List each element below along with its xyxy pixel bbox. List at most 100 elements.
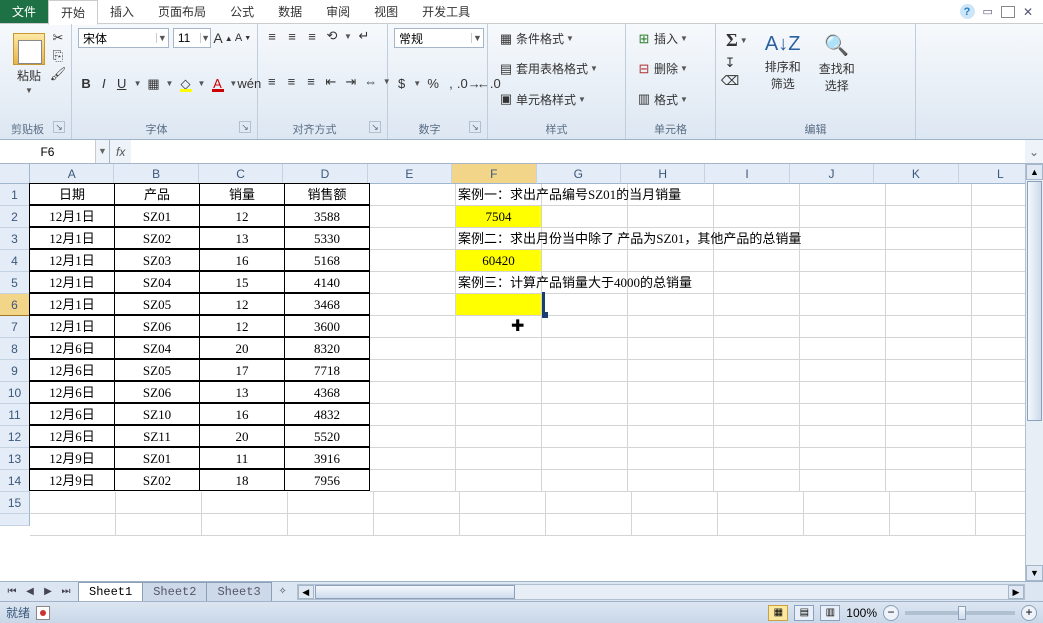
accounting-format-button[interactable]: $ [394,76,409,92]
macro-record-icon[interactable] [36,606,50,620]
cell[interactable] [714,404,800,426]
cell[interactable] [628,470,714,492]
cell[interactable] [714,206,800,228]
row-header[interactable]: 4 [0,250,30,272]
cell[interactable] [800,360,886,382]
cell[interactable] [370,360,456,382]
sort-filter-button[interactable]: A↓Z 排序和筛选 [760,28,806,97]
cell[interactable] [370,206,456,228]
cell[interactable]: 12月6日 [29,425,115,447]
cell[interactable] [800,316,886,338]
cell[interactable] [628,206,714,228]
format-cells-button[interactable]: ▥格式▼ [632,89,709,110]
cell[interactable] [886,250,972,272]
cell[interactable] [632,492,718,514]
cell[interactable]: SZ01 [114,447,200,469]
row-header[interactable] [0,514,30,526]
cell[interactable] [804,492,890,514]
cell[interactable]: 13 [199,381,285,403]
page-layout-view-button[interactable]: ▤ [794,605,814,621]
cell[interactable] [890,514,976,536]
cell[interactable] [456,426,542,448]
cell[interactable] [456,470,542,492]
cell[interactable] [714,250,800,272]
cell[interactable]: 20 [199,337,285,359]
row-header[interactable]: 13 [0,448,30,470]
zoom-level[interactable]: 100% [846,606,877,620]
cell[interactable]: 7718 [284,359,370,381]
menu-tab-0[interactable]: 开始 [48,0,98,25]
cell[interactable] [456,294,542,316]
cell[interactable] [714,338,800,360]
cell[interactable] [542,294,628,316]
cell[interactable] [886,426,972,448]
cell[interactable] [886,382,972,404]
cell[interactable] [800,228,886,250]
column-header[interactable]: B [114,164,198,184]
cell[interactable] [714,272,800,294]
cell[interactable]: 5330 [284,227,370,249]
cell[interactable] [370,272,456,294]
formula-input[interactable] [131,140,1025,163]
cell[interactable] [886,316,972,338]
cell[interactable] [456,382,542,404]
cell[interactable]: SZ04 [114,271,200,293]
fill-color-button[interactable]: ◇ [177,76,193,92]
cell[interactable] [800,382,886,404]
cell[interactable]: 12月6日 [29,359,115,381]
cell[interactable] [456,360,542,382]
cell[interactable] [460,492,546,514]
align-center-button[interactable]: ≡ [284,74,300,90]
cell[interactable] [800,426,886,448]
cell[interactable]: 60420 [456,250,542,272]
cell[interactable] [370,382,456,404]
cell[interactable] [886,404,972,426]
scroll-left-button[interactable]: ◀ [298,585,314,599]
zoom-out-button[interactable]: − [883,605,899,621]
restore-window-icon[interactable] [1001,6,1015,18]
cell[interactable] [632,514,718,536]
worksheet-grid[interactable]: ABCDEFGHIJKL 123456789101112131415 日期产品销… [0,164,1043,581]
sheet-tab[interactable]: Sheet2 [142,582,207,601]
clipboard-launcher[interactable]: ↘ [53,121,65,133]
cell[interactable] [456,448,542,470]
cell[interactable] [542,426,628,448]
cell[interactable]: 16 [199,403,285,425]
row-header[interactable]: 10 [0,382,30,404]
cell[interactable] [628,294,714,316]
cell[interactable] [886,338,972,360]
increase-decimal-button[interactable]: .0→ [461,76,477,92]
cell[interactable]: 5520 [284,425,370,447]
border-button[interactable]: ▦ [146,76,162,92]
zoom-slider[interactable] [905,611,1015,615]
cell[interactable] [542,316,628,338]
fx-icon[interactable]: fx [110,145,131,159]
cell[interactable] [456,338,542,360]
row-header[interactable]: 15 [0,492,30,514]
cell[interactable]: 5168 [284,249,370,271]
scroll-right-button[interactable]: ▶ [1008,585,1024,599]
cell[interactable] [370,404,456,426]
select-all-button[interactable] [0,164,30,184]
cell[interactable] [714,382,800,404]
cell[interactable] [202,514,288,536]
find-select-button[interactable]: 🔍 查找和选择 [814,28,860,99]
cell[interactable]: 8320 [284,337,370,359]
percent-button[interactable]: % [425,76,441,92]
sheet-tab[interactable]: Sheet1 [78,582,143,601]
cell[interactable] [542,448,628,470]
row-header[interactable]: 5 [0,272,30,294]
cell[interactable]: SZ05 [114,293,200,315]
menu-tab-2[interactable]: 页面布局 [146,0,218,24]
cell[interactable] [542,206,628,228]
page-break-view-button[interactable]: ▥ [820,605,840,621]
row-header[interactable]: 7 [0,316,30,338]
cell[interactable] [370,448,456,470]
cell[interactable] [542,360,628,382]
help-icon[interactable]: ? [960,4,975,19]
menu-tab-6[interactable]: 视图 [362,0,410,24]
cut-button[interactable]: ✂ [50,30,66,46]
cell[interactable]: 4140 [284,271,370,293]
cell[interactable] [628,382,714,404]
cell[interactable]: 12 [199,293,285,315]
